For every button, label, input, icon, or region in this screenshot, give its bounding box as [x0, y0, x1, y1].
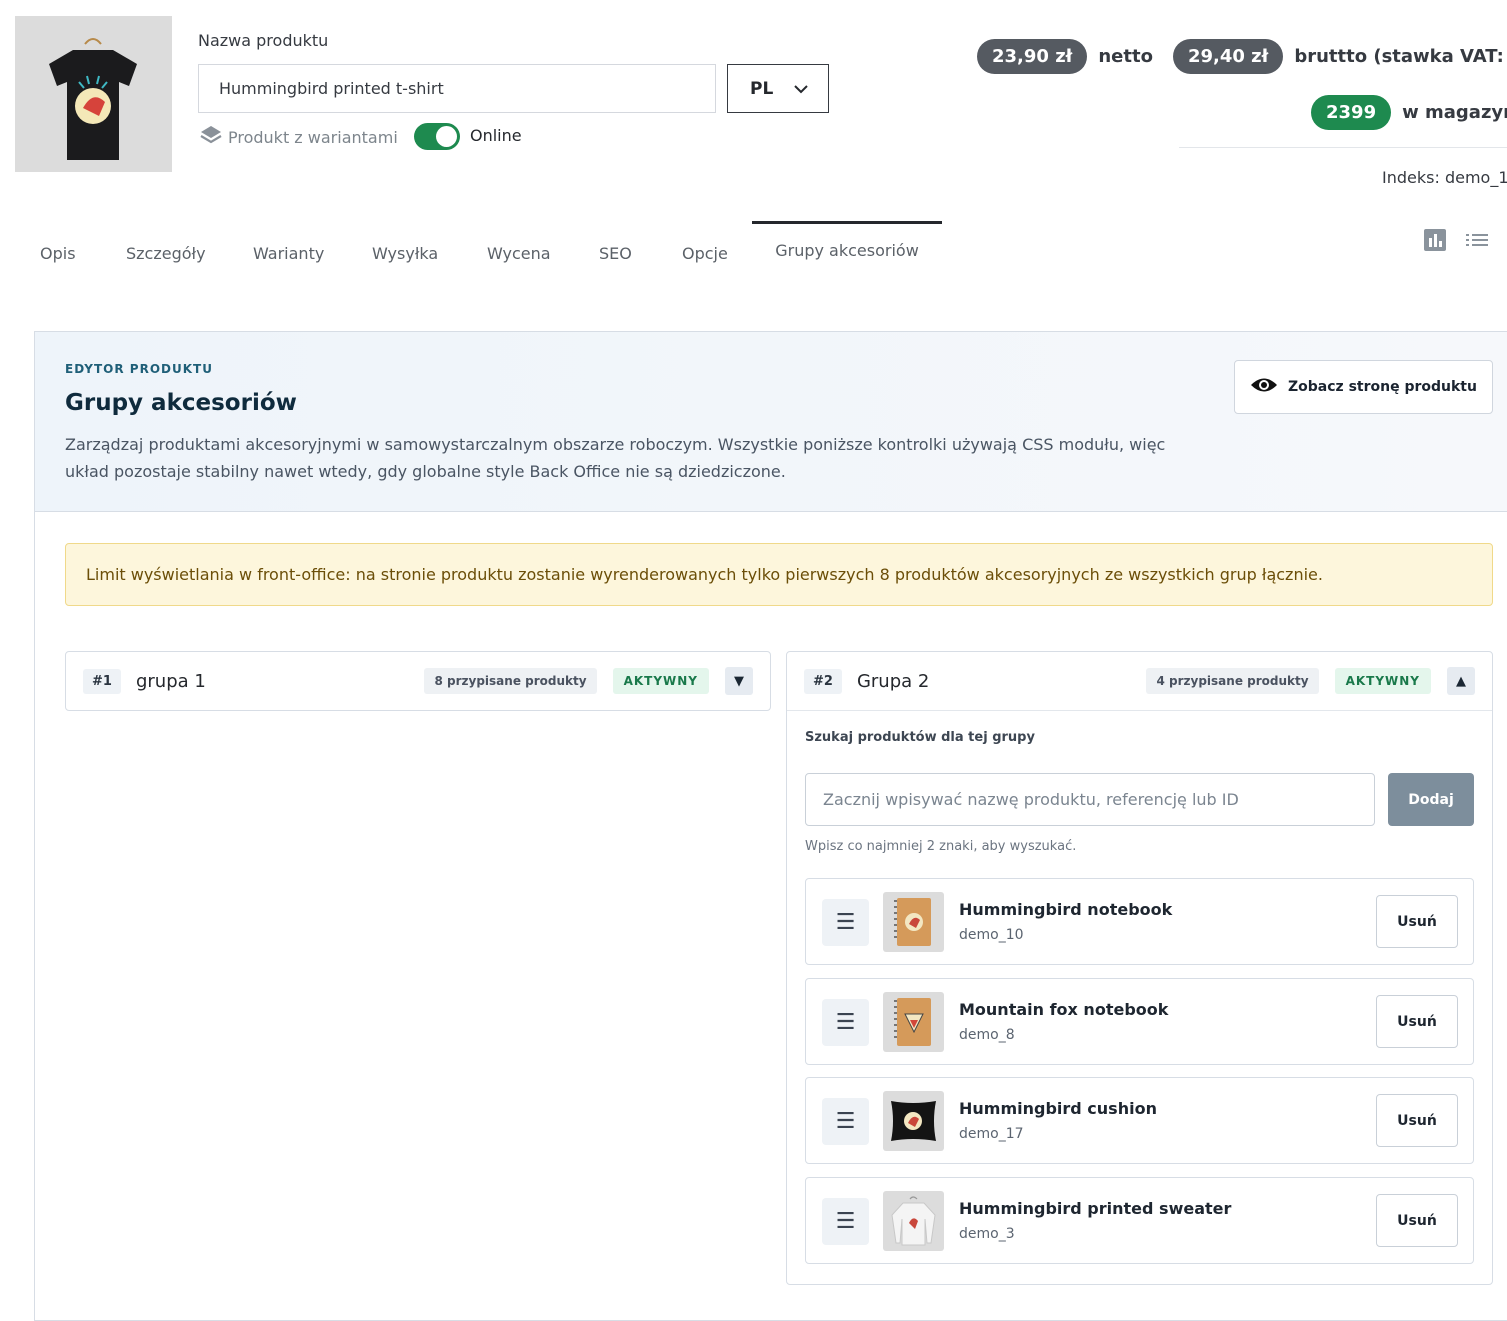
list-icon[interactable] [1465, 228, 1489, 252]
eye-icon [1250, 376, 1278, 398]
drag-handle-icon[interactable]: ☰ [822, 1098, 869, 1145]
tab-accessory-groups[interactable]: Grupy akcesoriów [752, 221, 942, 276]
language-select[interactable]: PL [727, 64, 829, 113]
list-item: ☰ Mountain fox notebook demo_8 Usuń [805, 978, 1474, 1065]
stock-quantity-badge: 2399 [1311, 95, 1392, 130]
net-price-label: netto [1098, 46, 1153, 67]
group-number: #2 [804, 668, 842, 694]
product-search-label: Szukaj produktów dla tej grupy [805, 730, 1035, 745]
chevron-down-icon [794, 79, 808, 99]
product-cover-image[interactable] [15, 16, 172, 172]
product-thumbnail [883, 992, 944, 1052]
online-toggle[interactable] [414, 123, 460, 150]
product-reference: demo_8 [959, 1027, 1015, 1043]
editor-title: Grupy akcesoriów [65, 390, 297, 416]
stock-summary: 2399 w magazyni [1311, 95, 1507, 130]
bar-chart-icon[interactable] [1423, 228, 1447, 252]
remove-product-button[interactable]: Usuń [1376, 895, 1458, 948]
group-status-badge: AKTYWNY [1334, 668, 1431, 694]
product-type-label: Produkt z wariantami [228, 127, 398, 147]
list-item: ☰ Hummingbird printed sweater demo_3 Usu… [805, 1177, 1474, 1264]
expand-group-button[interactable]: ▼ [725, 667, 753, 695]
drag-handle-icon[interactable]: ☰ [822, 1198, 869, 1245]
tab-options[interactable]: Opcje [682, 244, 728, 263]
product-thumbnail [883, 1191, 944, 1251]
group-number: #1 [83, 668, 121, 694]
remove-product-button[interactable]: Usuń [1376, 1094, 1458, 1147]
accessory-group-1[interactable]: #1 grupa 1 8 przypisane produkty AKTYWNY… [65, 651, 771, 711]
product-thumbnail [883, 1091, 944, 1151]
language-value: PL [750, 78, 774, 99]
display-limit-notice: Limit wyświetlania w front-office: na st… [65, 543, 1493, 606]
group-name: grupa 1 [135, 670, 206, 692]
product-name-value: Hummingbird printed t-shirt [219, 79, 444, 98]
tab-details[interactable]: Szczegóły [126, 244, 206, 263]
gross-price-label: bruttto (stawka VAT: 23% [1294, 46, 1507, 67]
list-item: ☰ Hummingbird notebook demo_10 Usuń [805, 878, 1474, 965]
group-product-count: 4 przypisane produkty [1146, 668, 1319, 694]
view-product-page-label: Zobacz stronę produktu [1288, 379, 1477, 395]
tab-shipping[interactable]: Wysyłka [372, 244, 438, 263]
product-reference: Indeks: demo_1 [1382, 168, 1507, 187]
product-thumbnail [883, 892, 944, 952]
product-type-indicator: Produkt z wariantami [200, 124, 398, 150]
group-status-badge: AKTYWNY [612, 668, 709, 694]
drag-handle-icon[interactable]: ☰ [822, 999, 869, 1046]
gross-price-badge: 29,40 zł [1172, 39, 1284, 74]
group-name: Grupa 2 [856, 670, 930, 692]
product-name: Hummingbird cushion [959, 1099, 1157, 1118]
product-reference: demo_10 [959, 927, 1024, 943]
product-name: Hummingbird printed sweater [959, 1199, 1232, 1218]
remove-product-button[interactable]: Usuń [1376, 995, 1458, 1048]
accessory-group-2[interactable]: #2 Grupa 2 4 przypisane produkty AKTYWNY… [787, 652, 1492, 711]
group-product-count: 8 przypisane produkty [424, 668, 597, 694]
drag-handle-icon[interactable]: ☰ [822, 899, 869, 946]
product-name-input[interactable]: Hummingbird printed t-shirt [198, 64, 716, 113]
header-divider [1179, 147, 1507, 148]
view-product-page-button[interactable]: Zobacz stronę produktu [1234, 360, 1493, 414]
list-item: ☰ Hummingbird cushion demo_17 Usuń [805, 1077, 1474, 1164]
price-summary: 23,90 zł netto 29,40 zł bruttto (stawka … [977, 39, 1507, 74]
layers-icon [200, 124, 222, 150]
add-product-button[interactable]: Dodaj [1388, 773, 1474, 826]
remove-product-button[interactable]: Usuń [1376, 1194, 1458, 1247]
net-price-badge: 23,90 zł [977, 39, 1088, 74]
online-label: Online [470, 126, 522, 145]
tab-description[interactable]: Opis [40, 244, 76, 263]
stock-label: w magazyni [1402, 102, 1507, 123]
editor-eyebrow: EDYTOR PRODUKTU [65, 362, 213, 376]
editor-description: Zarządzaj produktami akcesoryjnymi w sam… [65, 435, 1166, 481]
product-name: Mountain fox notebook [959, 1000, 1169, 1019]
product-reference: demo_17 [959, 1126, 1024, 1142]
search-hint: Wpisz co najmniej 2 znaki, aby wyszukać. [805, 839, 1077, 854]
tab-variants[interactable]: Warianty [253, 244, 324, 263]
product-search-input[interactable] [805, 773, 1375, 826]
product-name: Hummingbird notebook [959, 900, 1173, 919]
tab-pricing[interactable]: Wycena [487, 244, 551, 263]
collapse-group-button[interactable]: ▲ [1447, 667, 1475, 695]
tab-seo[interactable]: SEO [599, 244, 632, 263]
product-reference: demo_3 [959, 1226, 1015, 1242]
product-name-label: Nazwa produktu [198, 31, 329, 50]
editor-card-header [35, 332, 1507, 512]
